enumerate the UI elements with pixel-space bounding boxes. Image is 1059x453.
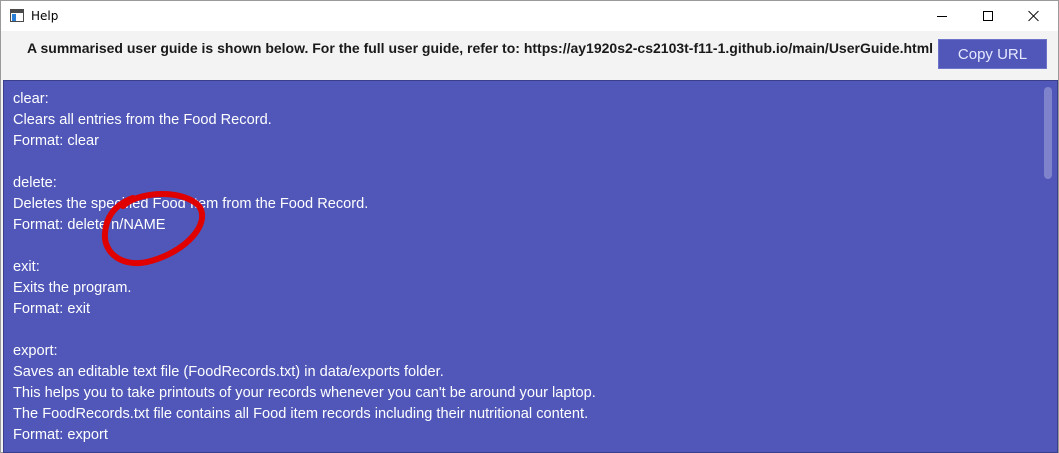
url-bar: A summarised user guide is shown below. … xyxy=(1,31,1058,77)
maximize-icon xyxy=(983,11,993,21)
guide-line: Deletes the specified Food Item from the… xyxy=(13,196,369,212)
scroll-thumb[interactable] xyxy=(1044,87,1052,179)
window-title: Help xyxy=(31,9,59,23)
guide-line: clear: xyxy=(13,91,49,107)
minimize-button[interactable] xyxy=(919,1,965,31)
close-button[interactable] xyxy=(1011,1,1057,31)
user-guide-panel[interactable]: clear: Clears all entries from the Food R… xyxy=(3,80,1058,453)
guide-line xyxy=(13,152,1033,173)
guide-line: The FoodRecords.txt file contains all Fo… xyxy=(13,406,589,422)
guide-line xyxy=(13,236,1033,257)
close-icon xyxy=(1028,10,1040,22)
guide-line: Format: export xyxy=(13,427,108,443)
guide-line: This helps you to take printouts of your… xyxy=(13,385,596,401)
guide-line: exit: xyxy=(13,259,40,275)
minimize-icon xyxy=(937,15,947,17)
vertical-scrollbar[interactable] xyxy=(1043,85,1053,448)
guide-line: delete: xyxy=(13,175,57,191)
guide-line: Format: exit xyxy=(13,301,91,317)
guide-line: Clears all entries from the Food Record. xyxy=(13,112,272,128)
guide-line: Format: delete n/NAME xyxy=(13,217,166,233)
help-message: A summarised user guide is shown below. … xyxy=(27,40,934,56)
maximize-button[interactable] xyxy=(965,1,1011,31)
title-bar: Help xyxy=(1,1,1058,31)
help-window: Help A summarised user guide is shown be… xyxy=(0,0,1059,453)
guide-line xyxy=(13,320,1033,341)
user-guide-text: clear: Clears all entries from the Food R… xyxy=(13,89,1033,446)
guide-line: Saves an editable text file (FoodRecords… xyxy=(13,364,444,380)
guide-line: export: xyxy=(13,343,58,359)
copy-url-button[interactable]: Copy URL xyxy=(938,39,1047,69)
guide-line: Format: clear xyxy=(13,133,99,149)
guide-line: Exits the program. xyxy=(13,280,132,296)
window-app-icon xyxy=(10,9,24,22)
